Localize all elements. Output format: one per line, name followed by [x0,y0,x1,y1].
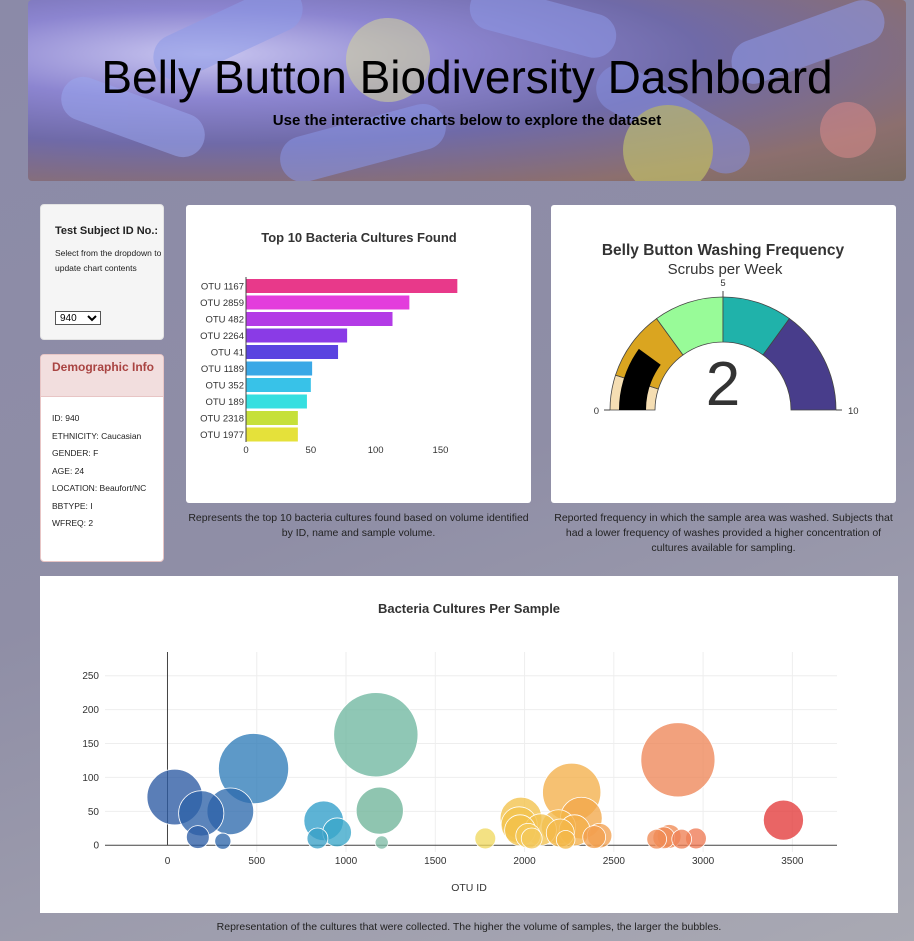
bar-category-label: OTU 2264 [200,331,244,342]
demo-wfreq: WFREQ: 2 [52,518,94,528]
bubble-point [333,692,419,778]
demo-id: ID: 940 [52,413,80,423]
bar-x-tick-label: 0 [243,445,248,456]
bubble-point [640,722,716,798]
bubble-y-tick-label: 150 [82,739,99,750]
bubble-x-tick-label: 3500 [781,856,804,867]
bar-otu-41 [246,345,339,359]
bar-category-label: OTU 352 [205,381,244,392]
bar-otu-352 [246,378,311,392]
bubble-chart-panel: Bacteria Cultures Per Sample OTU ID 0 500… [40,576,898,913]
subject-id-dropdown[interactable]: 940 [55,311,101,325]
demographic-info-heading: Demographic Info [41,355,163,397]
bar-category-label: OTU 2859 [200,298,244,309]
bubble-x-tick-label: 0 [165,856,171,867]
bubble-point [762,799,804,841]
bar-category-label: OTU 1189 [201,364,244,375]
demo-ethnicity: ETHNICITY: Caucasian [52,430,142,441]
demo-gender: GENDER: F [52,448,99,458]
demo-location: LOCATION: Beaufort/NC [52,483,147,493]
gauge-title: Belly Button Washing Frequency [602,242,845,259]
demographic-info-panel: Demographic Info ID: 940 ETHNICITY: Cauc… [40,354,164,562]
bubble-point [646,828,667,850]
header-banner: Belly Button Biodiversity Dashboard Use … [28,0,906,181]
selector-label: Test Subject ID No.: [55,225,159,237]
bar-otu-1977 [246,427,298,442]
bubble-point [555,830,576,850]
page-subtitle: Use the interactive charts below to expl… [272,112,662,129]
bar-otu-2859 [246,295,410,310]
gauge-chart-caption: Reported frequency in which the sample a… [554,512,893,554]
bar-category-label: OTU 1977 [200,430,244,441]
bubble-x-tick-label: 1500 [424,856,447,867]
bubble-x-tick-label: 500 [248,856,265,867]
gauge-chart-panel: Belly Button Washing Frequency Scrubs pe… [551,205,896,503]
gauge-tick-label: 10 [848,406,859,417]
bar-otu-189 [246,394,307,409]
bar-category-label: OTU 189 [205,397,244,408]
bubble-y-tick-label: 0 [93,841,99,852]
bubble-y-tick-label: 100 [82,773,99,784]
bubble-y-tick-label: 200 [82,705,99,716]
bubble-x-tick-label: 2000 [513,856,536,867]
page-title: Belly Button Biodiversity Dashboard [101,51,833,103]
demo-age: AGE: 24 [52,465,85,476]
bar-x-tick-label: 50 [306,445,317,456]
bar-otu-1167 [246,279,458,293]
bubble-point [520,827,543,850]
gauge-tick-label: 0 [594,406,599,417]
bar-category-label: OTU 2318 [200,414,244,425]
bar-chart-panel: Top 10 Bacteria Cultures Found OTU 1167 O… [186,205,531,503]
selector-hint: Select from the dropdown to update chart… [55,248,162,273]
bar-x-tick-label: 150 [433,445,449,456]
bubble-y-tick-label: 250 [82,671,99,682]
subject-selector-panel: Test Subject ID No.: Select from the dro… [40,204,164,340]
bar-otu-482 [246,312,393,326]
bubble-x-tick-label: 2500 [603,856,626,867]
demo-bbtype: BBTYPE: I [52,500,93,511]
bar-otu-1189 [246,361,313,376]
bubble-x-tick-label: 1000 [335,856,358,867]
bar-otu-2264 [246,328,348,343]
bubble-point [374,835,389,850]
bubble-point [306,827,329,850]
bubble-point [355,786,404,835]
bubble-x-axis-label: OTU ID [451,882,487,894]
bar-chart-title: Top 10 Bacteria Cultures Found [261,230,457,245]
bubble-point [214,832,232,850]
bubble-chart-title: Bacteria Cultures Per Sample [378,601,560,616]
gauge-chart: Belly Button Washing Frequency Scrubs pe… [594,242,859,419]
bar-otu-2318 [246,411,298,425]
bubble-x-tick-label: 3000 [692,856,715,867]
bar-chart-caption: Represents the top 10 bacteria cultures … [188,512,529,539]
bubble-chart-caption: Representation of the cultures that were… [216,921,722,933]
bubble-point [582,825,607,849]
bar-x-tick-label: 100 [368,445,384,456]
bar-category-label: OTU 1167 [201,282,244,293]
bubble-y-tick-label: 50 [88,807,100,818]
bar-category-label: OTU 41 [211,348,244,359]
bubble-point [186,825,210,849]
bar-category-label: OTU 482 [205,315,244,326]
gauge-value-number: 2 [706,350,740,419]
bubble-point [474,827,497,850]
bubble-chart: Bacteria Cultures Per Sample OTU ID 0 500… [82,601,837,894]
gauge-subtitle: Scrubs per Week [668,261,783,278]
gauge-tick-label: 5 [720,278,725,289]
bar-chart: Top 10 Bacteria Cultures Found OTU 1167 O… [200,230,458,456]
bubble-point [671,828,692,850]
